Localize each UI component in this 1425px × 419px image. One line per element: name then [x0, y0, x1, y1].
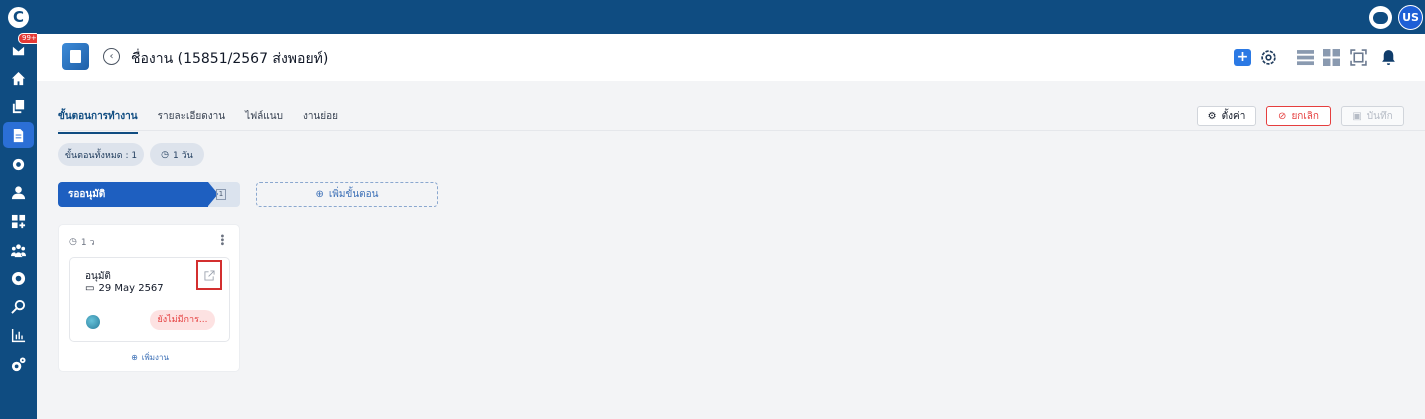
plus-icon: + — [1236, 49, 1249, 65]
scan-icon — [1350, 49, 1367, 66]
stage-header[interactable]: รออนุมัติ 1 — [58, 182, 240, 207]
external-link-icon — [203, 269, 215, 281]
back-button[interactable]: ‹ — [103, 48, 120, 65]
sidebar-item-user[interactable] — [3, 179, 34, 205]
steps-total-text: ขั้นตอนทั้งหมด : 1 — [64, 150, 138, 161]
document-app-icon — [62, 43, 89, 70]
settings-config-label: ตั้งค่า — [1221, 110, 1246, 122]
clock-icon: ◷ — [161, 149, 170, 160]
stage-column: ◷ 1 ว ••• อนุมัติ ▭ 29 May 2567 ยังไม่มี… — [58, 224, 240, 372]
sidebar-item-team[interactable] — [3, 237, 34, 263]
duration-badge: ◷ 1 วัน — [150, 143, 204, 166]
stage-count: 1 — [216, 189, 226, 200]
inbox-icon — [12, 46, 25, 55]
cogs-icon — [11, 356, 26, 371]
sidebar-item-cogs[interactable] — [3, 351, 34, 377]
task-card[interactable]: อนุมัติ ▭ 29 May 2567 ยังไม่มีการ... — [69, 257, 230, 342]
task-date: ▭ 29 May 2567 — [85, 283, 164, 294]
grid-view-icon — [1323, 49, 1340, 66]
gear-icon — [1261, 50, 1276, 65]
user-avatar[interactable]: US — [1398, 5, 1423, 30]
settings-button[interactable] — [1260, 49, 1277, 66]
copy-icon — [12, 99, 25, 113]
clock-icon: ◷ — [69, 237, 77, 247]
plus-circle-icon: ⊕ — [315, 189, 324, 200]
bell-icon — [1382, 50, 1395, 65]
status-badge: ยังไม่มีการ... — [150, 310, 215, 330]
sidebar-item-inbox[interactable]: 99+ — [3, 33, 41, 63]
save-icon: ▣ — [1352, 110, 1362, 122]
add-button[interactable]: + — [1234, 49, 1251, 66]
cancel-button[interactable]: ⊘ ยกเลิก — [1266, 106, 1331, 126]
scan-button[interactable] — [1350, 49, 1367, 66]
chart-icon — [11, 328, 26, 342]
sidebar-item-home[interactable] — [3, 65, 34, 91]
sidebar-item-settings[interactable] — [3, 151, 34, 177]
grid-view-button[interactable] — [1323, 49, 1340, 66]
column-duration: ◷ 1 ว — [69, 235, 95, 249]
column-duration-text: 1 ว — [80, 238, 95, 248]
settings-config-button[interactable]: ⚙ ตั้งค่า — [1197, 106, 1256, 126]
task-title: อนุมัติ — [85, 271, 111, 282]
notification-button[interactable] — [1380, 49, 1397, 66]
list-view-icon — [1297, 50, 1314, 66]
main-content: ขั้นตอนการทำงาน รายละเอียดงาน ไฟล์แนบ งา… — [37, 81, 1425, 419]
plus-circle-icon: ⊕ — [131, 353, 138, 362]
gear-icon: ⚙ — [1207, 110, 1217, 122]
search-icon — [11, 299, 26, 314]
assignee-avatar[interactable] — [86, 315, 100, 329]
user-icon — [11, 185, 26, 199]
sidebar-item-chart[interactable] — [3, 322, 34, 348]
top-bar: US — [37, 0, 1425, 34]
page-title: ชื่องาน (15851/2567 ส่งพอยท์) — [131, 51, 329, 67]
add-task-button[interactable]: ⊕ เพิ่มงาน — [59, 351, 241, 364]
sidebar-item-search[interactable] — [3, 293, 34, 319]
steps-total-badge: ขั้นตอนทั้งหมด : 1 — [58, 143, 144, 166]
duration-text: 1 วัน — [173, 150, 193, 161]
cancel-label: ยกเลิก — [1291, 110, 1319, 122]
add-task-label: เพิ่มงาน — [141, 353, 169, 362]
more-vertical-icon[interactable]: ••• — [216, 233, 227, 245]
tab-divider — [58, 130, 1425, 131]
apps-icon — [11, 214, 26, 228]
add-step-button[interactable]: ⊕ เพิ่มขั้นตอน — [256, 182, 438, 207]
sidebar-item-gear[interactable] — [3, 265, 34, 291]
open-external-button[interactable] — [196, 260, 222, 290]
app-logo[interactable]: C — [8, 7, 29, 28]
save-button[interactable]: ▣ บันทึก — [1341, 106, 1404, 126]
add-step-label: เพิ่มขั้นตอน — [328, 189, 379, 200]
sidebar-item-copy[interactable] — [3, 93, 34, 119]
task-date-text: 29 May 2567 — [98, 283, 164, 294]
settings-gear-icon — [12, 158, 25, 170]
sidebar-item-apps[interactable] — [3, 208, 34, 234]
list-view-button[interactable] — [1297, 49, 1314, 66]
sidebar: C 99+ — [0, 0, 41, 419]
chat-icon[interactable] — [1369, 6, 1392, 29]
gear-icon — [11, 271, 26, 285]
team-icon — [11, 243, 26, 257]
home-icon — [11, 71, 26, 85]
stage-name: รออนุมัติ — [58, 182, 218, 207]
chevron-left-icon: ‹ — [109, 51, 114, 62]
document-icon — [13, 128, 24, 142]
sidebar-item-document[interactable] — [3, 122, 34, 148]
page-header: ‹ ชื่องาน (15851/2567 ส่งพอยท์) + — [37, 34, 1425, 81]
calendar-icon: ▭ — [85, 283, 95, 294]
ban-icon: ⊘ — [1278, 110, 1287, 122]
save-label: บันทึก — [1366, 110, 1393, 122]
